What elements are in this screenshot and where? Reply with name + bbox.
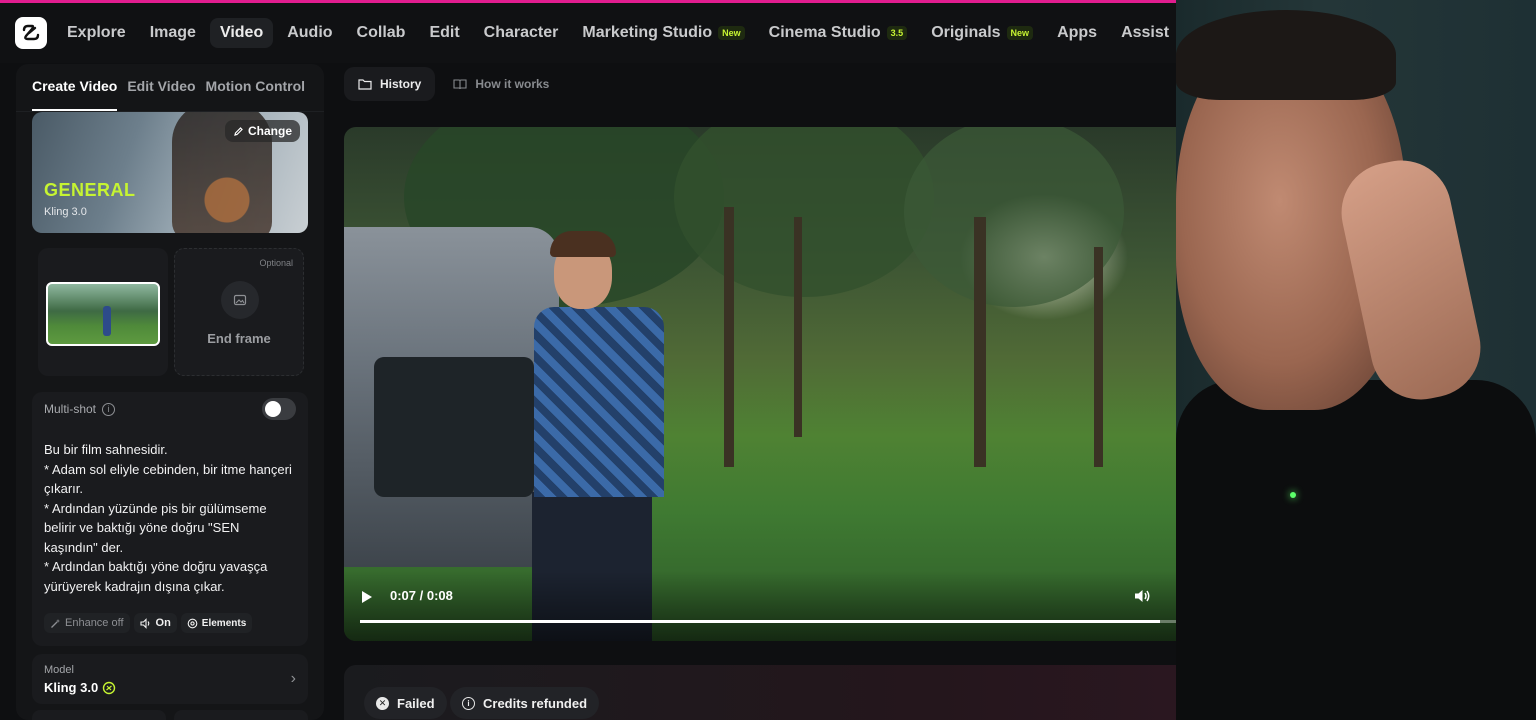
history-label: History (380, 77, 422, 91)
nav-item-edit[interactable]: Edit (419, 18, 469, 48)
prompt-options: Enhance off On Elements (44, 613, 253, 633)
logo-icon (22, 24, 40, 41)
volume-icon[interactable] (1134, 588, 1152, 604)
nav-item-label: Assist (1121, 24, 1170, 41)
setting-card[interactable] (174, 710, 308, 720)
end-frame-slot[interactable]: Optional End frame (174, 248, 304, 376)
play-icon[interactable] (362, 591, 372, 603)
preset-title: GENERAL (44, 180, 136, 200)
audio-label: On (155, 617, 171, 629)
nav-item-image[interactable]: Image (140, 18, 206, 48)
change-label: Change (247, 124, 292, 138)
nav-item-label: Explore (67, 24, 126, 41)
elements-label: Elements (201, 617, 247, 629)
video-progress-fill (360, 620, 1160, 623)
optional-label: Optional (259, 258, 293, 268)
nav-badge: New (1006, 26, 1034, 40)
tab-create-video[interactable]: Create Video (32, 78, 118, 111)
setting-card[interactable] (32, 710, 166, 720)
nav-item-audio[interactable]: Audio (277, 18, 342, 48)
nav-item-label: Character (483, 24, 559, 41)
failed-badge: ✕ Failed (364, 687, 447, 719)
nav-item-label: Originals (931, 24, 1001, 41)
nav-item-character[interactable]: Character (474, 18, 569, 48)
tab-how-it-works[interactable]: How it works (439, 67, 563, 101)
nav-item-originals[interactable]: Originals New (921, 18, 1043, 48)
image-icon (221, 281, 259, 319)
how-it-works-label: How it works (475, 77, 550, 91)
pencil-icon (234, 126, 243, 136)
magic-wand-icon (51, 618, 60, 628)
nav-item-assist[interactable]: Assist (1111, 18, 1176, 48)
webcam-overlay (1176, 0, 1536, 720)
nav-item-label: Marketing Studio (582, 24, 713, 41)
model-selector[interactable]: Model Kling 3.0 › (32, 654, 308, 704)
folder-icon (358, 79, 372, 90)
tab-motion-control[interactable]: Motion Control (206, 78, 306, 111)
nav-item-marketing-studio[interactable]: Marketing Studio New (572, 18, 754, 48)
nav-item-label: Edit (429, 24, 460, 41)
chevron-right-icon: › (290, 670, 296, 687)
main-tabs: History How it works (344, 67, 563, 101)
nav-item-video[interactable]: Video (209, 18, 274, 48)
enhance-toggle[interactable]: Enhance off (44, 613, 130, 633)
nav-item-label: Apps (1057, 24, 1098, 41)
nav-item-cinema-studio[interactable]: Cinema Studio 3.5 (759, 18, 918, 48)
video-player[interactable]: 0:07 / 0:08 (344, 127, 1176, 641)
app-logo[interactable] (15, 17, 47, 49)
speaker-icon (139, 617, 149, 629)
sidebar-tabs: Create Video Edit Video Motion Control (16, 64, 324, 112)
generation-status-bar: ✕ Failed i Credits refunded (344, 665, 1176, 720)
refunded-label: Credits refunded (483, 695, 588, 711)
tab-edit-video[interactable]: Edit Video (127, 78, 195, 111)
nav-item-label: Audio (287, 24, 333, 41)
elements-button[interactable]: Elements (180, 613, 253, 633)
info-circle-icon: i (462, 696, 475, 710)
top-nav: Explore Image Video Audio Collab Edit Characte… (0, 3, 1176, 63)
failed-label: Failed (397, 695, 435, 711)
at-icon (187, 618, 198, 628)
credits-refunded-badge: i Credits refunded (450, 687, 600, 719)
video-progress-bar[interactable] (360, 620, 1176, 623)
model-value: Kling 3.0 (44, 680, 116, 695)
nav-item-label: Video (219, 24, 264, 41)
nav-badge: New (718, 26, 745, 40)
enhance-label: Enhance off (65, 617, 124, 629)
end-frame-label: End frame (207, 331, 271, 346)
kling-icon (102, 681, 116, 694)
nav-item-explore[interactable]: Explore (57, 18, 136, 48)
tab-history[interactable]: History (344, 67, 436, 101)
car-door (344, 227, 559, 567)
audio-toggle[interactable]: On (133, 613, 177, 633)
video-time: 0:07 / 0:08 (390, 588, 453, 603)
book-icon (453, 79, 467, 90)
start-frame-thumbnail[interactable] (46, 282, 160, 346)
nav-item-label: Image (149, 24, 196, 41)
nav-item-label: Cinema Studio (768, 24, 881, 41)
nav-item-collab[interactable]: Collab (347, 18, 416, 48)
model-label: Model (44, 664, 74, 676)
multishot-row: Multi-shot i (44, 402, 116, 416)
start-frame-slot[interactable] (38, 248, 168, 376)
change-preset-button[interactable]: Change (224, 120, 300, 142)
create-video-panel: Create Video Edit Video Motion Control C… (16, 64, 324, 720)
preset-model: Kling 3.0 (44, 206, 87, 218)
prompt-textarea[interactable]: Bu bir film sahnesidir. * Adam sol eliyl… (44, 440, 294, 596)
multishot-label: Multi-shot (44, 402, 97, 416)
multishot-toggle[interactable] (262, 398, 296, 420)
model-name: Kling 3.0 (44, 680, 99, 695)
prompt-box[interactable]: Multi-shot i Bu bir film sahnesidir. * A… (32, 392, 308, 646)
nav-item-apps[interactable]: Apps (1047, 18, 1107, 48)
info-icon[interactable]: i (102, 402, 116, 416)
nav-badge: 3.5 (886, 26, 908, 40)
preset-card[interactable]: Change GENERAL Kling 3.0 (32, 112, 308, 233)
x-circle-icon: ✕ (376, 696, 389, 710)
mic-led (1290, 492, 1296, 498)
nav-item-label: Collab (356, 24, 406, 41)
